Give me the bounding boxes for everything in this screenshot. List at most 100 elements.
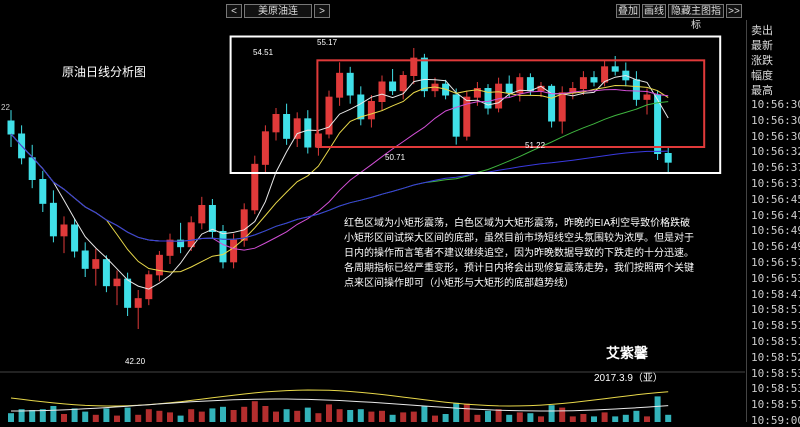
volume-bar (665, 414, 672, 422)
volume-bar (463, 403, 470, 422)
tick-time: 10:58:53 (751, 382, 800, 396)
volume-bar (379, 410, 385, 422)
volume-bar (283, 409, 290, 422)
volume-bar (347, 410, 354, 422)
volume-bar (569, 416, 576, 422)
candle-body (664, 153, 672, 163)
analysis-line-1: 红色区域为小矩形震荡，白色区域为大矩形震荡，昨晚的EIA利空导致价格跌破 (344, 216, 690, 229)
volume-bar (400, 412, 407, 422)
volume-bar (654, 396, 661, 422)
volume-bar (114, 415, 120, 422)
volume-bar (61, 414, 67, 422)
high-price-label: 54.51 (253, 48, 274, 57)
tick-time: 10:58:53 (751, 366, 800, 380)
volume-bar (421, 406, 428, 422)
candle-body (389, 81, 397, 92)
volume-bar (145, 409, 152, 422)
volume-bar (304, 407, 311, 422)
volume-bar (538, 416, 544, 422)
tick-time: 10:56:49 (751, 240, 800, 254)
chart-title: 原油日线分析图 (62, 65, 146, 79)
volume-bar (198, 411, 205, 422)
candle-body (357, 94, 365, 120)
volume-bar (516, 412, 523, 422)
candle-body (208, 205, 216, 232)
analysis-text: 红色区域为小矩形震荡，白色区域为大矩形震荡，昨晚的EIA利空导致价格跌破 小矩形… (344, 216, 694, 289)
tick-time: 10:56:32 (751, 145, 800, 159)
volume-bar (156, 410, 163, 422)
analysis-line-3: 日内的操作而言笔者不建议继续追空，因为昨晚数据导致的下跌走的十分迅速。 (344, 246, 694, 259)
tick-time: 10:56:37 (751, 177, 800, 190)
analysis-date: 2017.3.9（亚） (594, 372, 663, 384)
volume-bar (82, 411, 89, 422)
candle-body (579, 77, 587, 90)
toolbar: < 美原油连 > 叠加 画线 隐藏主图指标 >> (0, 0, 800, 31)
volume-bar (591, 416, 597, 422)
tick-time: 10:58:52 (751, 350, 800, 364)
volume-bar (167, 412, 173, 422)
candle-body (92, 259, 100, 269)
prev-symbol-button[interactable]: < (226, 4, 242, 18)
candle-body (590, 77, 598, 83)
author-name: 艾紫馨 (606, 345, 649, 361)
tick-time: 10:56:30 (751, 129, 800, 143)
change-label: 涨跌 (751, 55, 773, 67)
quote-side-panel: 卖出 最新 涨跌 幅度 最高 10:56:30 10:56:30 10:56:30 1… (746, 20, 800, 427)
candle-body (558, 92, 566, 122)
volume-bar (262, 406, 269, 422)
overlay-button[interactable]: 叠加 (616, 4, 640, 18)
volume-bar (135, 414, 142, 422)
volume-bar (527, 413, 534, 422)
volume-bar (92, 414, 99, 422)
tick-time: 10:58:47 (751, 287, 800, 301)
volume-ma-line (10, 389, 669, 407)
candle-body (81, 250, 89, 269)
candle-body (601, 66, 609, 83)
volume-bar (474, 414, 481, 422)
volume-bar (580, 414, 587, 422)
volume-bar (177, 415, 184, 422)
volume-bar (103, 408, 110, 422)
symbol-name[interactable]: 美原油连 (244, 4, 312, 18)
volume-bar (357, 409, 364, 422)
candle-body (463, 96, 471, 137)
volume-bar (410, 411, 417, 422)
expand-button[interactable]: >> (726, 4, 742, 18)
analysis-line-5: 点来区间操作即可（小矩形与大矩形的底部趋势线） (344, 276, 574, 289)
tick-time: 10:56:47 (751, 208, 800, 222)
candle-body (304, 118, 312, 148)
volume-bar (273, 411, 279, 422)
candle-body (495, 83, 503, 109)
candle-body (187, 222, 195, 248)
volume-bar (230, 410, 237, 422)
candle-body (102, 259, 110, 287)
candle-body (134, 298, 142, 308)
candle-body (251, 163, 259, 211)
volume-bar (644, 416, 650, 422)
small-range-box (316, 59, 706, 148)
candle-body (336, 72, 344, 98)
volume-bar (559, 407, 566, 422)
volume-bar (368, 411, 375, 422)
volume-bar (251, 401, 258, 422)
hide-indicator-button[interactable]: 隐藏主图指标 (668, 4, 724, 31)
red-box-low-left-label: 50.71 (385, 153, 406, 162)
volume-bar (601, 412, 608, 422)
candle-body (240, 209, 248, 241)
candle-body (548, 85, 556, 122)
next-symbol-button[interactable]: > (314, 4, 330, 18)
candle-body (325, 96, 333, 135)
sell-label: 卖出 (751, 25, 773, 37)
draw-line-button[interactable]: 画线 (642, 4, 666, 18)
volume-bar (220, 406, 226, 422)
volume-bar (622, 414, 629, 422)
candle-body (49, 202, 57, 237)
tick-time: 10:56:51 (751, 256, 800, 269)
analysis-line-2: 小矩形区间试探大区间的底部，虽然目前市场短线空头氛围较为浓厚。但是对于 (344, 231, 694, 244)
candle-body (124, 278, 132, 308)
high-label: 最高 (751, 85, 773, 97)
candle-body (526, 77, 534, 92)
candle-body (7, 120, 15, 135)
tick-time: 10:56:49 (751, 224, 800, 238)
analysis-line-4: 各周期指标已经严重变形，预计日内将会出现修复震荡走势，我们按照两个关键 (344, 261, 694, 274)
